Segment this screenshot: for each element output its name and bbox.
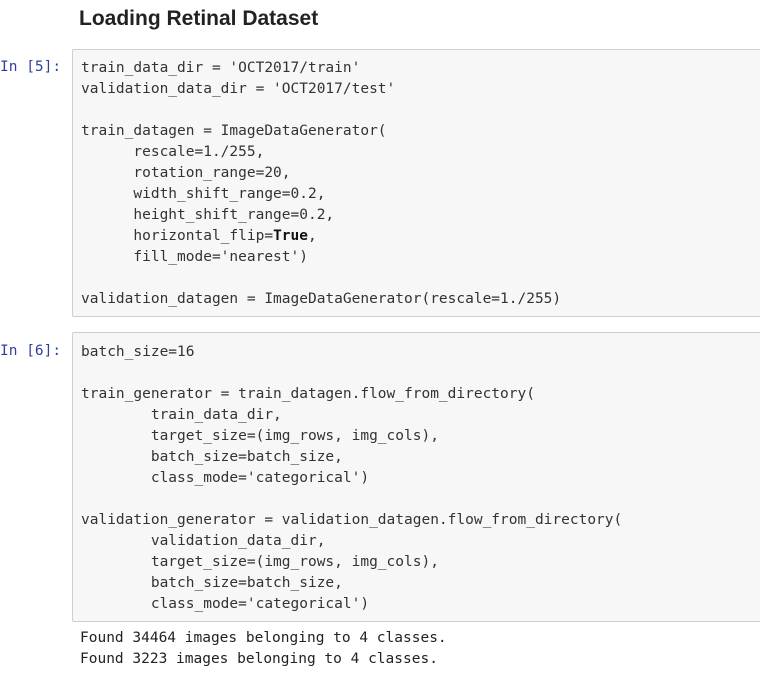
- code-line: validation_generator = validation_datage…: [81, 512, 623, 528]
- cell-prompt-5: In [5]:: [0, 59, 62, 75]
- code-cell-6[interactable]: batch_size=16 train_generator = train_dat…: [72, 332, 760, 622]
- code-line: rotation_range=20,: [81, 165, 291, 181]
- output-line: Found 3223 images belonging to 4 classes…: [80, 651, 438, 667]
- code-line: fill_mode='nearest'): [81, 249, 308, 265]
- code-line: train_data_dir = 'OCT2017/train': [81, 60, 361, 76]
- code-line: validation_data_dir,: [81, 533, 326, 549]
- section-heading: Loading Retinal Dataset: [79, 7, 319, 30]
- code-line: validation_data_dir = 'OCT2017/test': [81, 81, 396, 97]
- code-line: target_size=(img_rows, img_cols),: [81, 428, 439, 444]
- code-line: batch_size=16: [81, 344, 195, 360]
- code-line: batch_size=batch_size,: [81, 575, 343, 591]
- code-line: batch_size=batch_size,: [81, 449, 343, 465]
- code-line: train_data_dir,: [81, 407, 282, 423]
- code-line: rescale=1./255,: [81, 144, 265, 160]
- code-line: target_size=(img_rows, img_cols),: [81, 554, 439, 570]
- cell-output: Found 34464 images belonging to 4 classe…: [80, 628, 447, 670]
- code-line: train_datagen = ImageDataGenerator(: [81, 123, 387, 139]
- code-cell-5[interactable]: train_data_dir = 'OCT2017/train' validati…: [72, 49, 760, 317]
- code-line: train_generator = train_datagen.flow_fro…: [81, 386, 535, 402]
- code-editor[interactable]: train_data_dir = 'OCT2017/train' validati…: [73, 58, 760, 310]
- code-line: width_shift_range=0.2,: [81, 186, 326, 202]
- code-line: height_shift_range=0.2,: [81, 207, 335, 223]
- code-line-flip: horizontal_flip=True,: [81, 226, 760, 247]
- cell-prompt-6: In [6]:: [0, 343, 62, 359]
- code-text: ,: [307, 228, 317, 244]
- code-line: class_mode='categorical'): [81, 470, 370, 486]
- code-line: validation_datagen = ImageDataGenerator(…: [81, 291, 562, 307]
- code-line: class_mode='categorical'): [81, 596, 370, 612]
- code-text: horizontal_flip=: [81, 228, 274, 244]
- output-line: Found 34464 images belonging to 4 classe…: [80, 630, 447, 646]
- code-editor[interactable]: batch_size=16 train_generator = train_dat…: [73, 342, 760, 615]
- keyword-true: True: [273, 228, 308, 244]
